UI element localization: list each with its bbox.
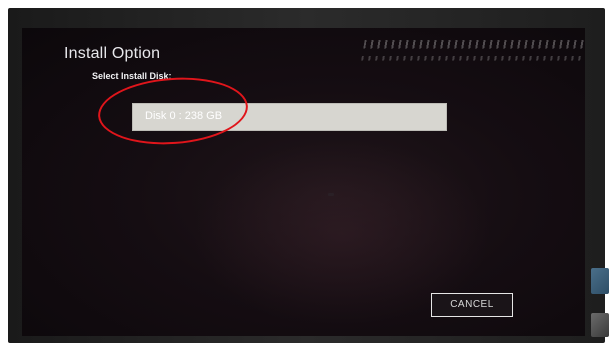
screen-glare-dot [328, 193, 334, 196]
select-disk-label: Select Install Disk: [92, 71, 172, 81]
install-screen: Install Option Select Install Disk: Disk… [22, 28, 585, 336]
ceiling-light-reflection [359, 40, 585, 70]
photo: Install Option Select Install Disk: Disk… [0, 0, 611, 349]
intel-sticker [591, 268, 609, 294]
dialog-title: Install Option [64, 45, 161, 62]
monitor-bezel: Install Option Select Install Disk: Disk… [8, 8, 609, 343]
cancel-button[interactable]: CANCEL [431, 293, 513, 317]
disk-option-label: Disk 0 : 238 GB [145, 110, 223, 122]
disk-option-0[interactable]: Disk 0 : 238 GB [132, 103, 447, 131]
windows-sticker [591, 313, 609, 337]
cancel-button-label: CANCEL [450, 299, 494, 310]
